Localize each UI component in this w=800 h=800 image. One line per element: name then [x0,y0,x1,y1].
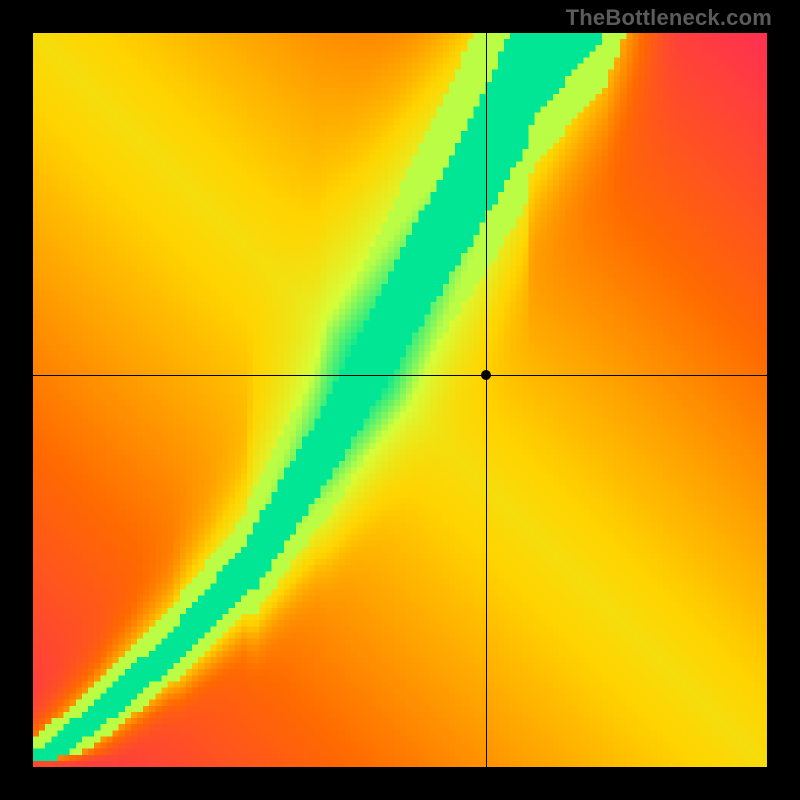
heatmap-canvas [33,33,767,767]
crosshair-marker-dot [481,370,491,380]
crosshair-vertical [486,33,487,767]
chart-frame: TheBottleneck.com [0,0,800,800]
watermark-text: TheBottleneck.com [566,5,772,31]
crosshair-horizontal [33,375,767,376]
